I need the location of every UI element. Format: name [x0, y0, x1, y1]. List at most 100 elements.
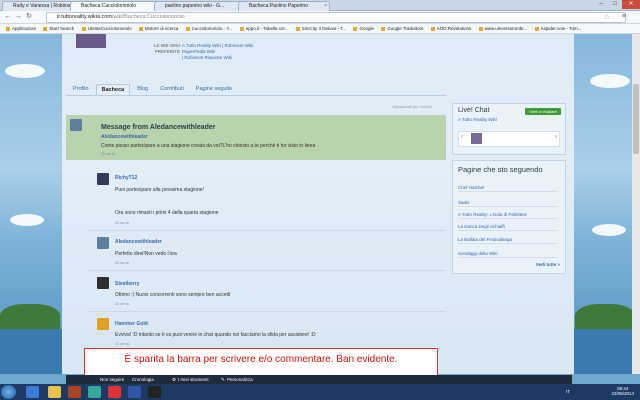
- ie-icon[interactable]: [26, 386, 39, 398]
- tab-label: Bacheca:Paolino Paperino: [249, 3, 308, 9]
- reply-separator: [88, 311, 446, 312]
- reply-author[interactable]: RichyT12: [115, 175, 137, 181]
- reply-text: Ora sono rimasti i primi 4 della quarta …: [115, 210, 219, 216]
- chevron-right-icon[interactable]: ›: [555, 134, 557, 140]
- reload-icon[interactable]: ↻: [25, 13, 33, 21]
- followed-pages-module: Pagine che sto seguendo Chef Hatchet Sad…: [452, 160, 566, 274]
- followed-page-link[interactable]: La Danza Degli Schiaffi: [458, 224, 558, 231]
- bookmark-item[interactable]: eppo.it - Tabella cer...: [239, 24, 288, 33]
- address-bar[interactable]: it.tuttoreality.wikia.com/wiki/Bacheca:C…: [46, 12, 626, 23]
- bookmark-item[interactable]: Google: [353, 24, 374, 33]
- followed-page-link[interactable]: La Ballata del Festivalanga: [458, 237, 558, 244]
- bookmark-item[interactable]: UtenteCucciolorioriolo: [81, 24, 132, 33]
- favorites-label: LE MIE WIKI PREFERITE: [153, 43, 180, 54]
- bookmark-label: Google Traduttore: [387, 26, 424, 31]
- bookmark-icon: [6, 26, 10, 31]
- bookmark-item[interactable]: Aspider.com - Tom...: [534, 24, 582, 33]
- bookmark-item[interactable]: AOD Revelations: [430, 24, 472, 33]
- chrome-icon[interactable]: [128, 386, 141, 398]
- media-icon[interactable]: [68, 386, 81, 398]
- bookmarks-bar: Applicazioni Start Search UtenteCucciolo…: [0, 24, 640, 34]
- followed-page-link[interactable]: A Tutto Reality: L'Isola di Pahkitew: [458, 212, 558, 219]
- tab-label: Rudy e Vanessa | Robinson...: [13, 3, 79, 9]
- reply-timestamp[interactable]: 15 ore fa: [115, 302, 129, 306]
- bookmark-item[interactable]: Applicazioni: [6, 24, 36, 33]
- favorite-wiki-link[interactable]: | Robinson Wiki: [222, 43, 253, 48]
- bookmark-item[interactable]: SimCity 4 Deluxe - T...: [295, 24, 346, 33]
- bookmark-label: Start Search: [49, 26, 75, 31]
- followed-page-link[interactable]: Chef Hatchet: [458, 185, 558, 192]
- bookmark-item[interactable]: Motore di ricerca: [138, 24, 178, 33]
- author-avatar[interactable]: [70, 119, 82, 131]
- join-chat-button[interactable]: Vieni a chattare: [525, 108, 561, 115]
- reply-author[interactable]: Hammer Gold: [115, 321, 148, 327]
- favorite-wiki-link[interactable]: | Robinson Risposte Wiki: [182, 55, 253, 61]
- see-all-link[interactable]: Vedi tutte >: [536, 262, 560, 267]
- reply-avatar[interactable]: [97, 237, 109, 249]
- reply-avatar[interactable]: [97, 173, 109, 185]
- reply-timestamp[interactable]: 15 ore fa: [115, 221, 129, 225]
- reply-timestamp[interactable]: 15 ore fa: [115, 342, 129, 346]
- chat-module: Live! Chat Vieni a chattare A Tutto Real…: [452, 103, 566, 155]
- bookmark-label: Google: [359, 26, 374, 31]
- unfollow-button[interactable]: Non seguire: [100, 375, 124, 384]
- app-icon[interactable]: [108, 386, 121, 398]
- profile-avatar: [76, 34, 106, 48]
- message-timestamp[interactable]: 15 ore fa: [101, 152, 115, 156]
- bookmark-item[interactable]: www.universotombr...: [478, 24, 527, 33]
- start-button[interactable]: [1, 385, 16, 399]
- tab-blog[interactable]: Blog: [132, 84, 153, 95]
- bookmark-item[interactable]: Cucciolorioriolo - Y...: [185, 24, 233, 33]
- maximize-icon[interactable]: □: [608, 0, 622, 9]
- chat-wiki-name[interactable]: A Tutto Reality Wiki: [458, 117, 497, 122]
- bookmark-item[interactable]: Start Search: [43, 24, 74, 33]
- reply-separator: [88, 230, 446, 231]
- message-text: Come posso partecipare a una stagione cr…: [101, 143, 316, 149]
- customize-button[interactable]: Personalizza: [227, 375, 253, 384]
- reply-author[interactable]: Steelberry: [115, 281, 139, 287]
- clock[interactable]: 08:44 22/05/2014: [611, 386, 634, 396]
- reply-separator: [88, 270, 446, 271]
- message-author[interactable]: Aledancewithleader: [101, 134, 148, 140]
- back-icon[interactable]: ←: [4, 13, 12, 21]
- app-icon[interactable]: [88, 386, 101, 398]
- close-tab-icon[interactable]: ×: [324, 2, 327, 11]
- forward-icon[interactable]: →: [14, 13, 22, 21]
- tab-divider: [66, 95, 446, 96]
- bookmark-label: AOD Revelations: [436, 26, 472, 31]
- favorite-wiki-link[interactable]: A Tutto Reality Wiki: [182, 43, 221, 48]
- tab-contributi[interactable]: Contributi: [155, 84, 189, 95]
- minimize-icon[interactable]: –: [594, 0, 608, 9]
- tab-profilo[interactable]: Profilo: [68, 84, 94, 95]
- browser-tab-3[interactable]: paolino paperino wiki - G...×: [154, 1, 248, 11]
- chevron-left-icon[interactable]: ‹: [461, 134, 463, 140]
- reply-author[interactable]: Aledancewithleader: [115, 239, 162, 245]
- browser-tab-4[interactable]: Bacheca:Paolino Paperino ×: [238, 1, 330, 11]
- sort-link[interactable]: Visualizzati più recenti: [392, 104, 432, 109]
- game-icon[interactable]: [148, 386, 161, 398]
- followed-page-link[interactable]: Sondaggi della Wiki: [458, 251, 558, 258]
- favorite-wikis: A Tutto Reality Wiki | Robinson Wiki Pap…: [182, 43, 253, 61]
- tab-pagine-seguite[interactable]: Pagine seguite: [191, 84, 237, 95]
- bookmark-item[interactable]: Google Traduttore: [381, 24, 424, 33]
- reply-avatar[interactable]: [97, 277, 109, 289]
- tab-label: paolino paperino wiki - G...: [165, 3, 225, 9]
- chat-user-avatar[interactable]: [471, 133, 482, 144]
- message-title[interactable]: Message from Aledancewithleader: [101, 124, 216, 131]
- clock-date: 22/05/2014: [611, 391, 634, 396]
- scrollbar-thumb[interactable]: [633, 84, 639, 154]
- tab-bacheca[interactable]: Bacheca: [95, 84, 131, 95]
- bookmark-star-icon[interactable]: ☆: [604, 13, 610, 21]
- my-tools-button[interactable]: I miei strumenti: [178, 375, 209, 384]
- folder-icon[interactable]: [48, 386, 61, 398]
- reply-timestamp[interactable]: 15 ore fa: [115, 261, 129, 265]
- history-button[interactable]: Cronologia: [132, 375, 154, 384]
- close-window-icon[interactable]: ✕: [622, 0, 640, 9]
- reply-avatar[interactable]: [97, 318, 109, 330]
- reply-text: Ottimo :) Nuovi concorrenti sono sempre …: [115, 292, 231, 298]
- followed-page-link[interactable]: Sadie: [458, 200, 558, 207]
- language-indicator[interactable]: IT: [566, 389, 570, 394]
- browser-tab-2[interactable]: Bacheca:Cucciolorioriolo×: [70, 1, 164, 11]
- menu-icon[interactable]: ≡: [622, 13, 626, 20]
- scrollbar[interactable]: [632, 34, 640, 374]
